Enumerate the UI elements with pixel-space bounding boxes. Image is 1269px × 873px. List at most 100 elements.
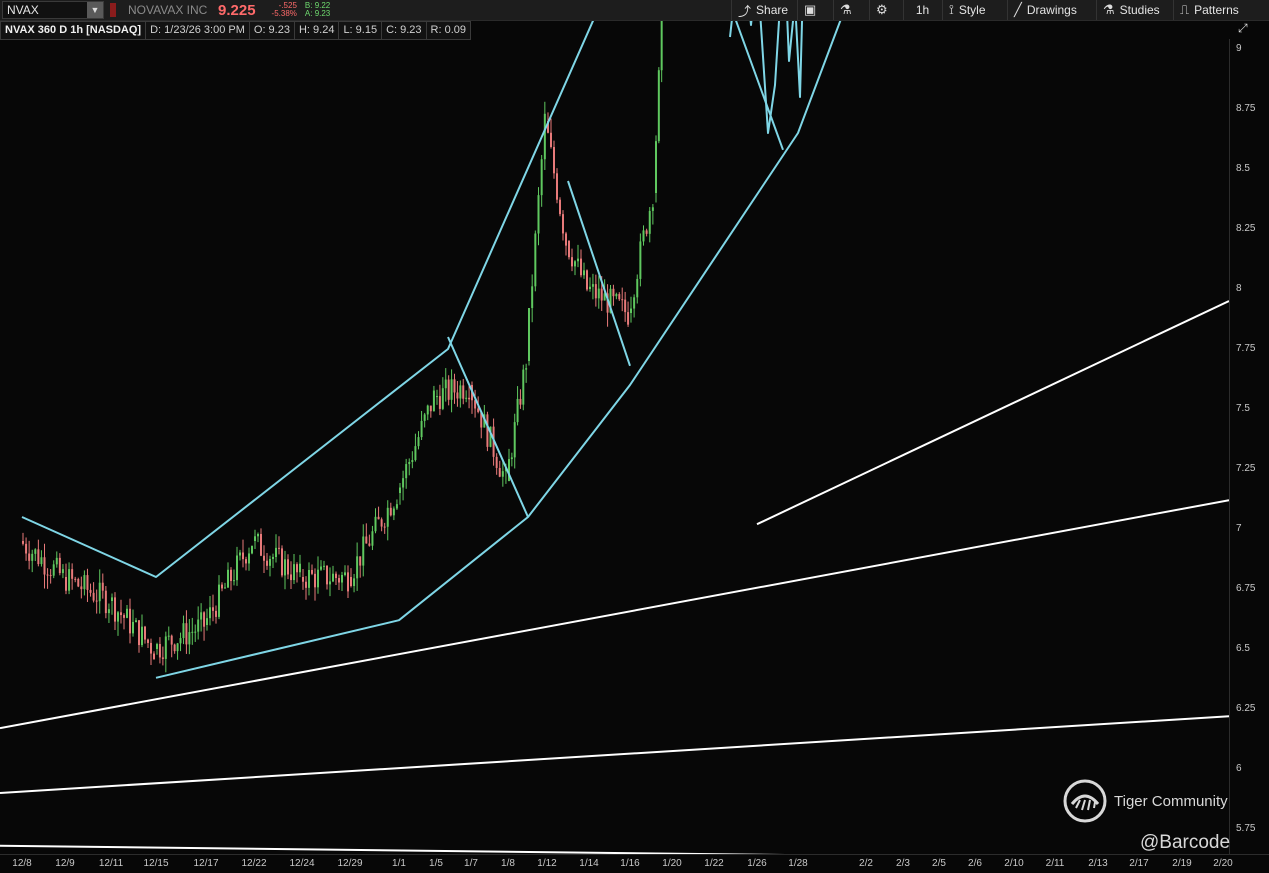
candle-body bbox=[101, 582, 104, 591]
symbol-input[interactable] bbox=[3, 3, 91, 17]
candle-body bbox=[477, 408, 480, 412]
candle-body bbox=[28, 553, 31, 561]
candle-body bbox=[516, 398, 519, 423]
style-button[interactable]: ⟟ Style bbox=[942, 0, 1006, 20]
candle-body bbox=[556, 173, 558, 200]
price-axis[interactable]: 5.75 6 6.25 6.5 6.75 7 7.25 7.5 7.75 8 8.25 8.5 8.75… bbox=[1229, 39, 1269, 854]
candle-body bbox=[562, 214, 564, 234]
pencil-icon: ╱ bbox=[1014, 2, 1022, 17]
time-tick-label: 2/3 bbox=[896, 858, 910, 869]
candle-body bbox=[326, 565, 328, 585]
candle-body bbox=[173, 644, 176, 652]
candle-body bbox=[176, 643, 179, 652]
candle-body bbox=[245, 559, 247, 564]
price-tick-label: 6.5 bbox=[1236, 643, 1250, 654]
alert-flag-icon[interactable] bbox=[110, 3, 116, 17]
candle-body bbox=[98, 582, 101, 602]
candle-body bbox=[296, 564, 298, 573]
candle-body bbox=[233, 580, 235, 582]
candle-body bbox=[423, 414, 426, 421]
price-tick-label: 9 bbox=[1236, 43, 1242, 54]
candle-body bbox=[528, 308, 530, 361]
candle-body bbox=[591, 284, 594, 287]
candle-body bbox=[80, 586, 83, 590]
channel-upper-line bbox=[21, 0, 604, 578]
patterns-button[interactable]: ⎍ Patterns bbox=[1173, 0, 1253, 20]
chevron-down-icon[interactable]: ▼ bbox=[87, 2, 103, 18]
chart-canvas[interactable] bbox=[0, 0, 1229, 854]
time-tick-label: 12/8 bbox=[12, 858, 32, 869]
candle-body bbox=[120, 612, 122, 616]
time-tick-label: 2/13 bbox=[1088, 858, 1108, 869]
time-tick-label: 2/6 bbox=[968, 858, 982, 869]
candle-body bbox=[580, 258, 582, 276]
time-tick-label: 1/22 bbox=[704, 858, 724, 869]
price-tick-label: 8.75 bbox=[1236, 103, 1256, 114]
time-tick-label: 1/14 bbox=[579, 858, 599, 869]
candle-body bbox=[405, 464, 408, 479]
candle-body bbox=[338, 578, 340, 583]
candle-body bbox=[77, 578, 80, 587]
time-tick-label: 2/19 bbox=[1172, 858, 1192, 869]
studies-button[interactable]: ⚗ Studies bbox=[1096, 0, 1172, 20]
candle-body bbox=[453, 379, 456, 393]
candle-body bbox=[138, 620, 140, 646]
share-label: Share bbox=[756, 3, 789, 17]
time-tick-label: 2/11 bbox=[1045, 858, 1065, 869]
price-tick-label: 7.75 bbox=[1236, 343, 1256, 354]
candle-body bbox=[224, 587, 226, 589]
drawings-button[interactable]: ╱ Drawings bbox=[1007, 0, 1095, 20]
candle-body bbox=[615, 294, 618, 297]
share-button[interactable]: ⤴ Share bbox=[731, 0, 796, 20]
price-tick-label: 7.5 bbox=[1236, 403, 1250, 414]
candle-body bbox=[287, 559, 289, 575]
time-axis[interactable]: 12/8 12/9 12/11 12/15 12/17 12/22 12/24 12/29 1/… bbox=[0, 854, 1269, 873]
change-percent: -5.38% bbox=[271, 9, 297, 18]
settings-button[interactable]: ⚙ bbox=[869, 0, 902, 20]
candle-body bbox=[589, 286, 591, 289]
price-tick-label: 8.25 bbox=[1236, 223, 1256, 234]
candle-body bbox=[272, 556, 274, 559]
candle-body bbox=[239, 552, 241, 556]
candle-body bbox=[251, 545, 253, 554]
top-toolbar: ▼ NOVAVAX INC 9.225 -.525 -5.38% B: 9.22… bbox=[0, 0, 1269, 21]
price-tick-label: 8 bbox=[1236, 283, 1242, 294]
bar-close: C: 9.23 bbox=[382, 21, 427, 40]
candle-body bbox=[290, 574, 292, 581]
candle-body bbox=[34, 549, 37, 554]
candle-body bbox=[129, 608, 131, 634]
candle-body bbox=[657, 70, 660, 142]
flask-button[interactable]: ⚗ bbox=[833, 0, 868, 20]
candle-body bbox=[314, 573, 316, 588]
candle-body bbox=[522, 369, 525, 405]
candle-body bbox=[447, 379, 450, 400]
candle-body bbox=[531, 286, 534, 309]
axis-scale-icon[interactable]: ⤢ bbox=[1238, 21, 1248, 36]
time-tick-label: 2/10 bbox=[1004, 858, 1024, 869]
candle-body bbox=[525, 368, 528, 370]
candle-body bbox=[468, 397, 471, 400]
interval-button[interactable]: 1h bbox=[903, 0, 941, 20]
symbol-selector[interactable]: ▼ bbox=[2, 1, 104, 19]
candle-body bbox=[317, 569, 319, 588]
candle-body bbox=[236, 555, 238, 581]
candle-body bbox=[612, 288, 615, 297]
candle-body bbox=[284, 559, 286, 576]
studies-label: Studies bbox=[1119, 3, 1160, 17]
bid-ask: B: 9.22 A: 9.23 bbox=[305, 2, 330, 18]
chart-settings-button[interactable]: ▣ bbox=[797, 0, 832, 20]
chart-title: NVAX 360 D 1h [NASDAQ] bbox=[0, 21, 147, 40]
price-tick-label: 8.5 bbox=[1236, 163, 1250, 174]
candle-body bbox=[450, 379, 453, 400]
candle-body bbox=[344, 572, 346, 576]
bar-range: R: 0.09 bbox=[426, 21, 472, 40]
candle-body bbox=[594, 284, 597, 299]
candle-body bbox=[495, 456, 498, 468]
candle-body bbox=[501, 471, 504, 477]
candle-body bbox=[513, 422, 516, 458]
candle-body bbox=[83, 575, 86, 590]
candle-body bbox=[260, 533, 262, 556]
candle-body bbox=[323, 565, 325, 567]
candle-body bbox=[377, 516, 380, 520]
candle-body bbox=[642, 230, 645, 242]
